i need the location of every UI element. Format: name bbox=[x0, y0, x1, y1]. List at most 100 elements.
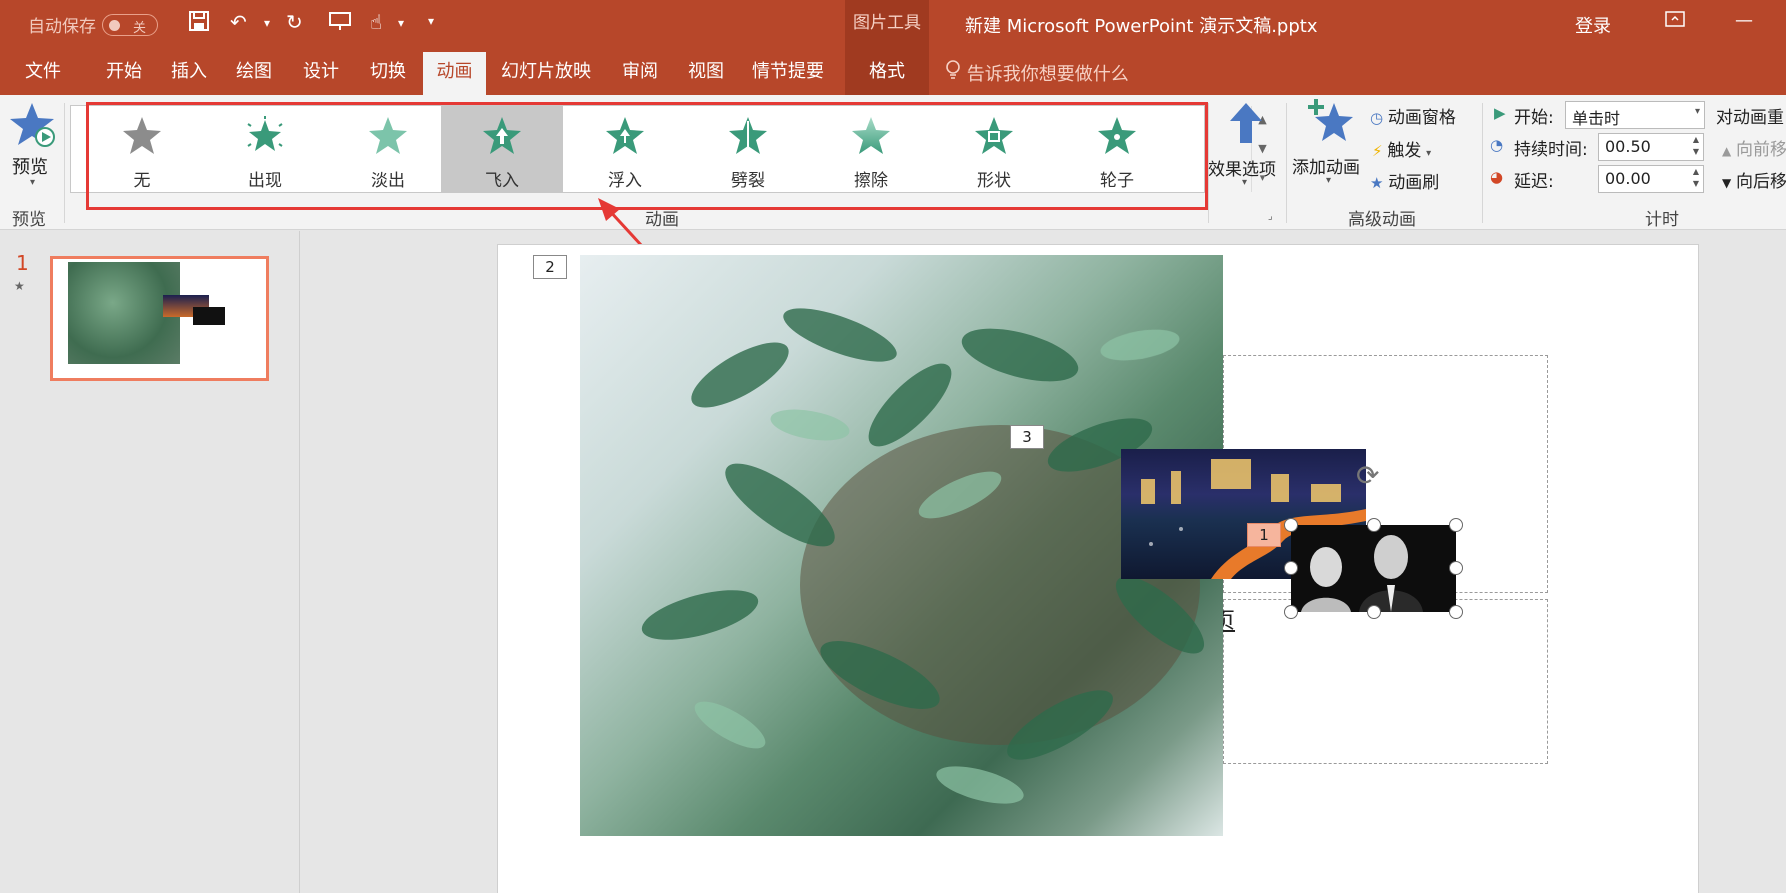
reorder-label: 对动画重 bbox=[1716, 108, 1784, 128]
people-image[interactable] bbox=[1291, 525, 1456, 612]
tab-home[interactable]: 开始 bbox=[98, 46, 150, 95]
rotate-handle-icon[interactable]: ⟳ bbox=[1356, 459, 1379, 492]
star-none-icon bbox=[123, 117, 161, 154]
gallery-item-none[interactable]: 无 bbox=[81, 106, 203, 192]
preview-group-label: 预览 bbox=[12, 210, 46, 230]
lightbulb-icon bbox=[945, 60, 967, 85]
thumb-people-image bbox=[193, 307, 225, 325]
slide-thumbnails-pane: 1 ★ bbox=[0, 231, 300, 893]
animation-pane-button[interactable]: ◷ 动画窗格 bbox=[1370, 103, 1456, 128]
animation-gallery: 无 出现 淡出 飞入 浮入 劈裂 擦除 形状 轮子 ▲ ▼ ▾ bbox=[70, 105, 1267, 193]
lightning-icon: ⚡ bbox=[1372, 142, 1383, 160]
stepper-arrows-icon[interactable]: ▲ ▼ bbox=[1693, 134, 1699, 158]
duration-label: 持续时间: bbox=[1514, 140, 1588, 160]
preview-star-icon bbox=[10, 101, 56, 153]
touch-dropdown-icon[interactable]: ▾ bbox=[398, 16, 404, 30]
undo-icon[interactable]: ↶ bbox=[230, 10, 247, 34]
add-animation-button[interactable]: 添加动画 ▾ bbox=[1292, 97, 1368, 197]
redo-icon[interactable]: ↻ bbox=[286, 10, 303, 34]
trigger-dropdown-icon: ▾ bbox=[1426, 148, 1432, 159]
tab-animations[interactable]: 动画 bbox=[423, 52, 486, 95]
start-select[interactable]: 单击时 ▾ bbox=[1565, 101, 1705, 129]
tab-transitions[interactable]: 切换 bbox=[362, 46, 414, 95]
touch-mode-icon[interactable]: ☝ bbox=[370, 10, 382, 34]
resize-handle[interactable] bbox=[1367, 518, 1381, 532]
duration-stepper[interactable]: 00.50 ▲ ▼ bbox=[1598, 133, 1704, 161]
resize-handle[interactable] bbox=[1449, 518, 1463, 532]
gallery-item-wipe[interactable]: 擦除 bbox=[810, 106, 932, 192]
gallery-item-shape[interactable]: 形状 bbox=[933, 106, 1055, 192]
gallery-item-floatin[interactable]: 浮入 bbox=[564, 106, 686, 192]
add-animation-star-icon bbox=[1306, 97, 1356, 149]
resize-handle[interactable] bbox=[1449, 605, 1463, 619]
tell-me-text: 告诉我你想要做什么 bbox=[966, 64, 1129, 85]
tab-storyboard[interactable]: 情节提要 bbox=[748, 46, 828, 95]
resize-handle[interactable] bbox=[1284, 518, 1298, 532]
star-shape-icon bbox=[975, 117, 1013, 154]
move-later-button[interactable]: ▼ 向后移 bbox=[1722, 167, 1786, 192]
present-icon[interactable] bbox=[328, 10, 352, 37]
tab-slideshow[interactable]: 幻灯片放映 bbox=[496, 46, 596, 95]
animation-order-tag[interactable]: 2 bbox=[533, 255, 567, 279]
move-earlier-icon: ▲ bbox=[1722, 144, 1732, 158]
gallery-item-flyin[interactable]: 飞入 bbox=[441, 106, 563, 192]
animation-painter-button[interactable]: ★ 动画刷 bbox=[1370, 168, 1439, 193]
undo-dropdown-icon[interactable]: ▾ bbox=[264, 16, 270, 30]
save-icon[interactable] bbox=[188, 10, 210, 37]
clock-icon: ◔ bbox=[1490, 136, 1504, 154]
slide-canvas[interactable]: 页 2 3 1 ⟳ bbox=[497, 244, 1699, 893]
tab-format[interactable]: 格式 bbox=[845, 46, 929, 95]
play-icon: ▶ bbox=[1494, 104, 1506, 122]
subtitle-placeholder[interactable] bbox=[1223, 599, 1548, 764]
preview-dropdown-icon: ▾ bbox=[30, 177, 36, 188]
trigger-button[interactable]: ⚡ 触发 ▾ bbox=[1372, 136, 1432, 161]
tab-view[interactable]: 视图 bbox=[680, 46, 732, 95]
resize-handle[interactable] bbox=[1449, 561, 1463, 575]
ribbon-display-icon[interactable] bbox=[1665, 10, 1685, 33]
animation-pane-icon: ◷ bbox=[1370, 109, 1384, 127]
preview-button[interactable]: 预览 ▾ bbox=[8, 101, 58, 196]
autosave-toggle[interactable]: 关 bbox=[102, 13, 158, 36]
animation-dialog-launcher-icon[interactable]: ⌟ bbox=[1268, 211, 1273, 222]
up-arrow-icon bbox=[1228, 101, 1264, 149]
animation-painter-icon: ★ bbox=[1370, 174, 1384, 192]
ribbon-tabs: 文件 开始 插入 绘图 设计 切换 动画 幻灯片放映 审阅 视图 情节提要 格式 bbox=[0, 46, 1786, 95]
star-fade-icon bbox=[369, 117, 407, 154]
effect-options-button[interactable]: 效果选项 ▾ bbox=[1208, 99, 1283, 199]
star-split-icon bbox=[729, 117, 767, 154]
animation-order-tag[interactable]: 3 bbox=[1010, 425, 1044, 449]
star-floatin-icon bbox=[606, 117, 644, 154]
slide-thumbnail[interactable] bbox=[50, 256, 269, 381]
gallery-item-fade[interactable]: 淡出 bbox=[327, 106, 449, 192]
customize-qat-icon[interactable]: ▾ bbox=[428, 14, 434, 28]
tab-insert[interactable]: 插入 bbox=[163, 46, 215, 95]
people-silhouettes bbox=[1301, 535, 1423, 612]
minimize-icon[interactable]: — bbox=[1735, 10, 1753, 31]
advanced-group-label: 高级动画 bbox=[1348, 210, 1416, 230]
title-bar: 自动保存 关 ↶ ▾ ↻ ☝ ▾ ▾ 图片工具 新建 Microsoft Pow… bbox=[0, 0, 1786, 46]
gallery-item-split[interactable]: 劈裂 bbox=[687, 106, 809, 192]
gallery-item-wheel[interactable]: 轮子 bbox=[1056, 106, 1178, 192]
delay-stepper-arrows-icon[interactable]: ▲ ▼ bbox=[1693, 166, 1699, 190]
add-animation-dropdown-icon: ▾ bbox=[1326, 175, 1332, 186]
resize-handle[interactable] bbox=[1284, 561, 1298, 575]
preview-label: 预览 bbox=[12, 157, 48, 178]
tab-review[interactable]: 审阅 bbox=[614, 46, 666, 95]
login-link[interactable]: 登录 bbox=[1575, 12, 1611, 38]
picture-tools-header: 图片工具 bbox=[845, 0, 929, 46]
resize-handle[interactable] bbox=[1284, 605, 1298, 619]
star-wipe-icon bbox=[852, 117, 890, 154]
tell-me-box[interactable]: 告诉我你想要做什么 bbox=[945, 60, 1129, 86]
selected-animation-order-tag[interactable]: 1 bbox=[1247, 523, 1281, 547]
delay-label: 延迟: bbox=[1514, 172, 1554, 192]
slide-animation-star-icon: ★ bbox=[14, 279, 25, 293]
resize-handle[interactable] bbox=[1367, 605, 1381, 619]
delay-stepper[interactable]: 00.00 ▲ ▼ bbox=[1598, 165, 1704, 193]
tab-draw[interactable]: 绘图 bbox=[228, 46, 280, 95]
autosave-control[interactable]: 自动保存 关 bbox=[28, 12, 158, 37]
move-earlier-button[interactable]: ▲ 向前移 bbox=[1722, 135, 1786, 160]
gallery-item-appear[interactable]: 出现 bbox=[204, 106, 326, 192]
tab-file[interactable]: 文件 bbox=[18, 46, 68, 95]
tab-design[interactable]: 设计 bbox=[295, 46, 347, 95]
effect-options-dropdown-icon: ▾ bbox=[1242, 177, 1248, 188]
